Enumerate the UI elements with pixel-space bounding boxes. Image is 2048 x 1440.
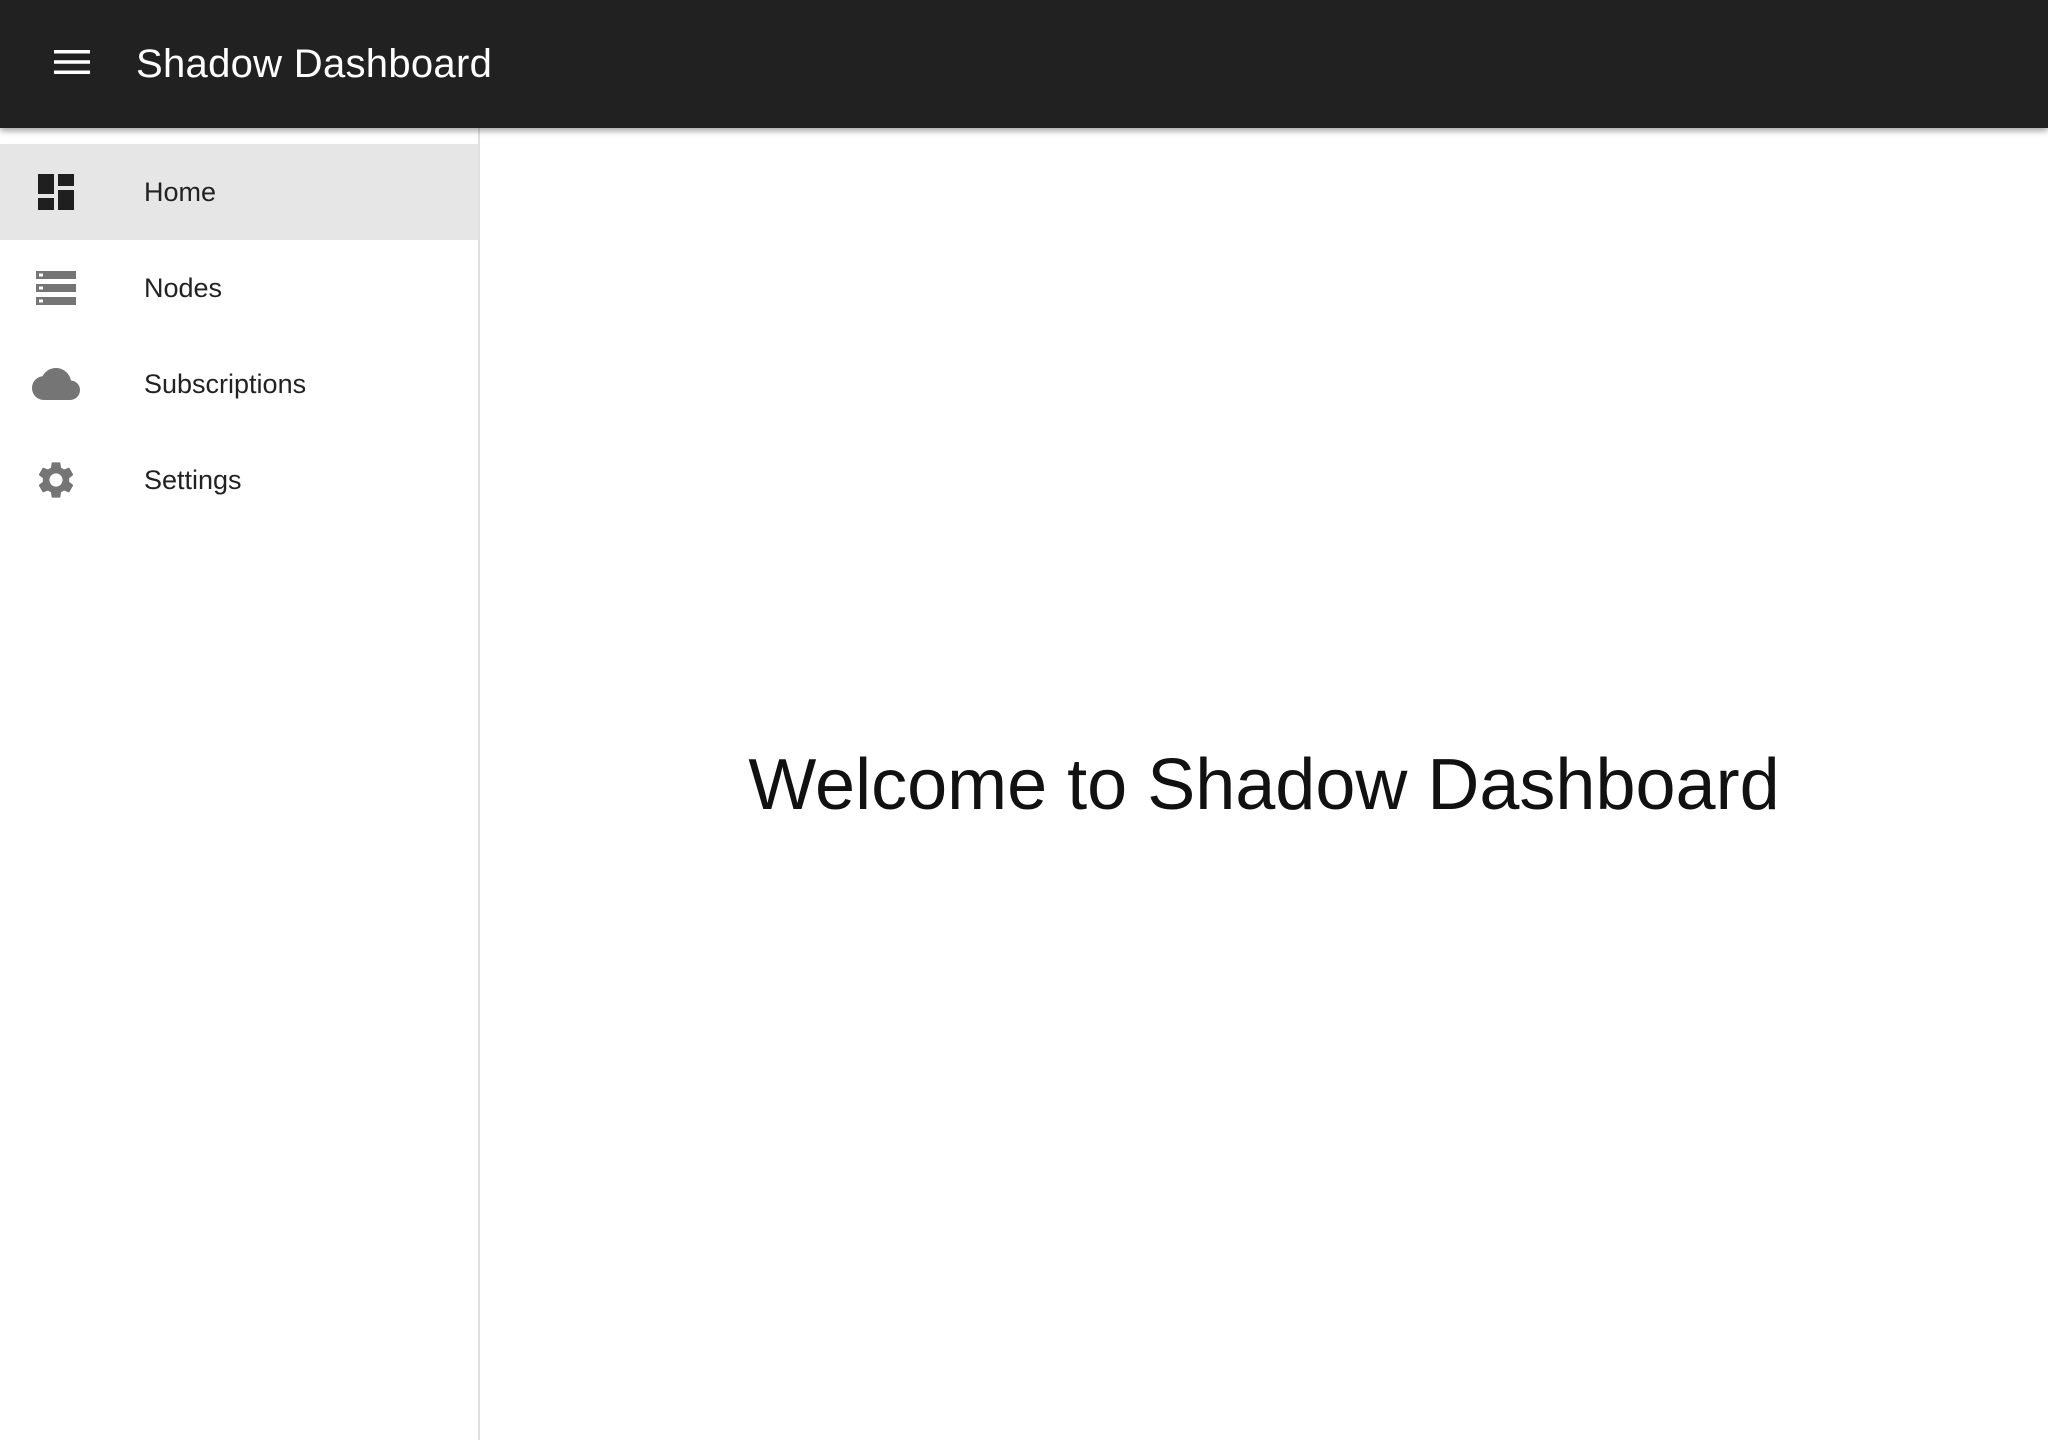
nav-list: Home Nodes Subscriptions Settings: [0, 144, 478, 528]
app-bar: Shadow Dashboard: [0, 0, 2048, 128]
cloud-icon: [28, 360, 84, 408]
sidebar-item-label: Subscriptions: [144, 369, 307, 399]
sidebar-item-nodes[interactable]: Nodes: [0, 240, 478, 336]
sidebar-item-label: Nodes: [144, 273, 223, 303]
sidebar-item-label: Settings: [144, 465, 242, 495]
welcome-heading: Welcome to Shadow Dashboard: [748, 745, 1780, 825]
sidebar-item-home[interactable]: Home: [0, 144, 478, 240]
menu-button[interactable]: [34, 32, 110, 96]
gear-icon: [28, 456, 84, 504]
storage-list-icon: [28, 264, 84, 312]
sidebar: Home Nodes Subscriptions Settings: [0, 128, 480, 1440]
sidebar-item-settings[interactable]: Settings: [0, 432, 478, 528]
sidebar-item-label: Home: [144, 177, 217, 207]
hamburger-menu-icon: [52, 48, 92, 81]
sidebar-item-subscriptions[interactable]: Subscriptions: [0, 336, 478, 432]
main-content: Welcome to Shadow Dashboard: [480, 128, 2048, 1440]
dashboard-icon: [28, 168, 84, 216]
app-title: Shadow Dashboard: [136, 42, 493, 86]
